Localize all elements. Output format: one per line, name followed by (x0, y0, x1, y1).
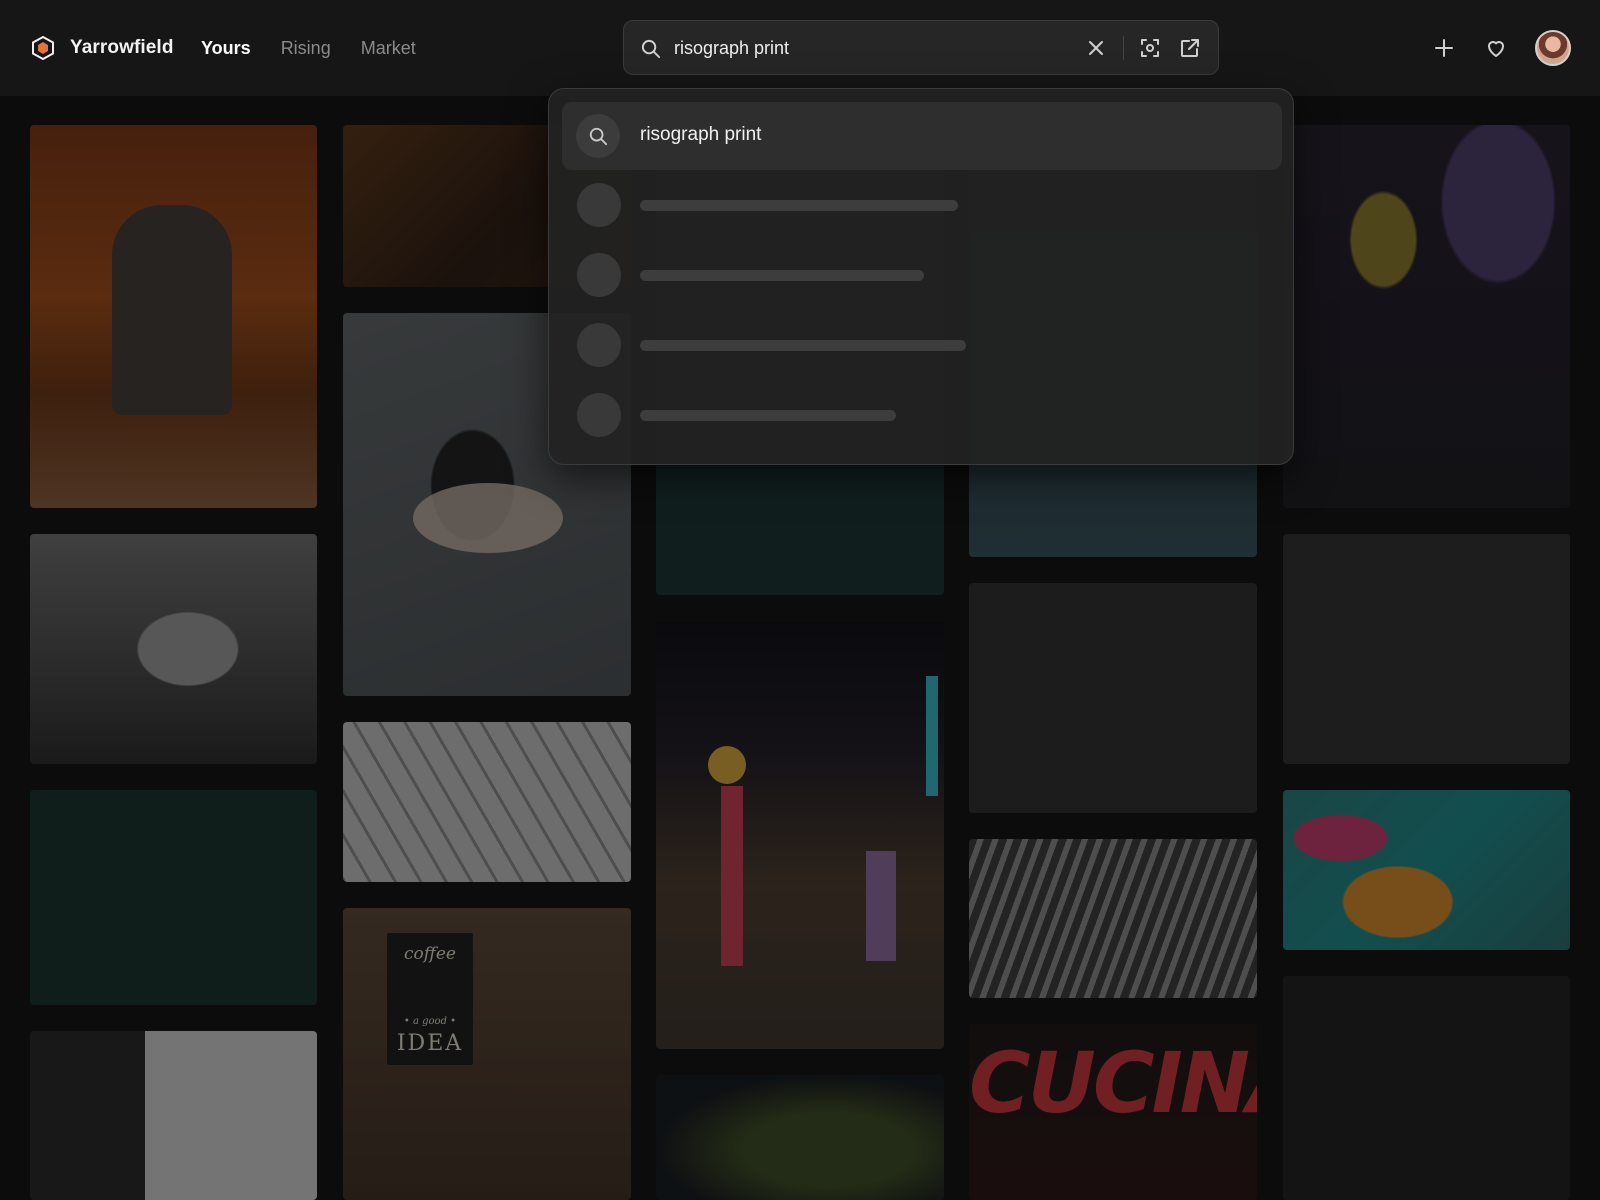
search-icon (589, 127, 608, 146)
close-icon[interactable] (1084, 36, 1108, 60)
search-icon (641, 39, 661, 59)
nav-item-market[interactable]: Market (361, 36, 416, 60)
loading-placeholder (577, 253, 1277, 297)
brand-name: Yarrowfield (70, 37, 174, 58)
placeholder-avatar (577, 253, 621, 297)
loading-placeholder (577, 183, 1277, 227)
open-external-icon[interactable] (1178, 36, 1202, 60)
search-input[interactable] (674, 33, 1064, 63)
nav-item-rising[interactable]: Rising (281, 36, 331, 60)
placeholder-avatar (577, 183, 621, 227)
suggestion-text: risograph print (640, 124, 762, 145)
brand[interactable]: Yarrowfield (30, 32, 174, 64)
nav-item-yours[interactable]: Yours (201, 36, 251, 60)
main-nav: Yours Rising Market (201, 36, 416, 60)
logo-icon (32, 35, 54, 61)
search-bar (623, 20, 1219, 75)
divider (1123, 36, 1124, 60)
visual-search-icon[interactable] (1138, 36, 1162, 60)
placeholder-line (640, 410, 896, 421)
search-suggestions: risograph print (548, 88, 1294, 465)
loading-placeholder (577, 393, 1277, 437)
placeholder-avatar (577, 393, 621, 437)
placeholder-line (640, 270, 924, 281)
top-bar: Yarrowfield Yours Rising Market (0, 0, 1600, 96)
suggestion-item[interactable]: risograph print (562, 102, 1282, 170)
avatar[interactable] (1535, 30, 1571, 66)
heart-icon[interactable] (1484, 36, 1508, 60)
placeholder-line (640, 340, 966, 351)
loading-placeholder (577, 323, 1277, 367)
plus-icon[interactable] (1432, 36, 1456, 60)
suggestion-icon-wrap (576, 114, 620, 158)
placeholder-avatar (577, 323, 621, 367)
placeholder-line (640, 200, 958, 211)
